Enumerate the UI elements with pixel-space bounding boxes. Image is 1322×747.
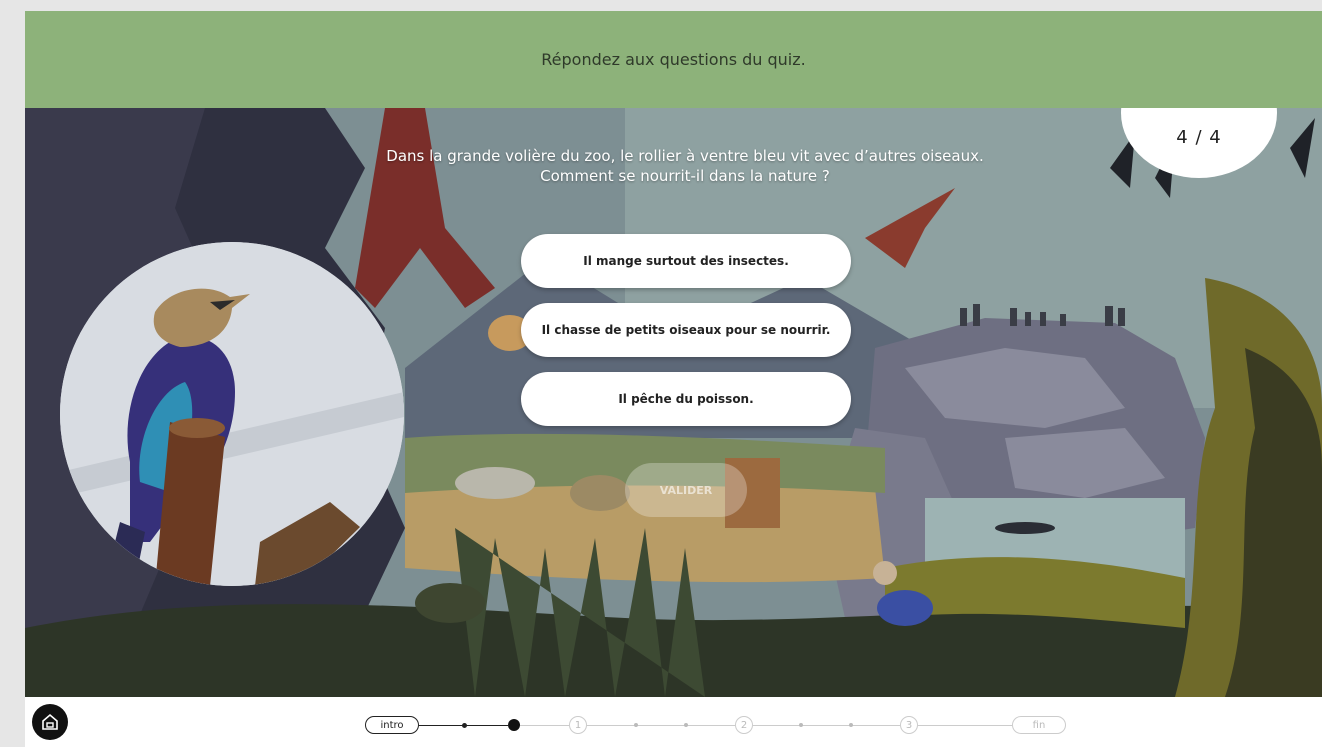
blue-bellied-roller-image <box>60 242 404 586</box>
progress-line <box>753 725 900 726</box>
progress-dot-current <box>508 719 520 731</box>
progress-dot <box>849 723 853 727</box>
progress-dot-done <box>462 723 467 728</box>
instruction-text: Répondez aux questions du quiz. <box>541 50 806 69</box>
progress-step-1: 1 <box>569 716 587 734</box>
home-icon <box>42 713 58 730</box>
answer-option-1[interactable]: Il mange surtout des insectes. <box>521 234 851 288</box>
progress-dot <box>634 723 638 727</box>
progress-step-3: 3 <box>900 716 918 734</box>
question-line-1: Dans la grande volière du zoo, le rollie… <box>386 147 984 165</box>
bird-photo <box>60 242 404 586</box>
progress-intro-label: intro <box>380 719 404 731</box>
instruction-banner: Répondez aux questions du quiz. <box>25 11 1322 108</box>
progress-fin-label: fin <box>1032 719 1046 731</box>
progress-line <box>918 725 1012 726</box>
progress-step-3-label: 3 <box>905 719 913 731</box>
answer-option-2[interactable]: Il chasse de petits oiseaux pour se nour… <box>521 303 851 357</box>
progress-fin: fin <box>1012 716 1066 734</box>
progress-step-1-label: 1 <box>574 719 582 731</box>
question-counter-text: 4 / 4 <box>1176 127 1222 148</box>
answer-option-3[interactable]: Il pêche du poisson. <box>521 372 851 426</box>
question-text: Dans la grande volière du zoo, le rollie… <box>325 146 1045 186</box>
progress-step-2: 2 <box>735 716 753 734</box>
progress-step-2-label: 2 <box>740 719 748 731</box>
question-line-2: Comment se nourrit-il dans la nature ? <box>540 167 830 185</box>
home-button[interactable] <box>32 704 68 740</box>
progress-footer: intro 1 2 3 fin <box>25 697 1322 747</box>
progress-intro: intro <box>365 716 419 734</box>
progress-line <box>587 725 735 726</box>
quiz-app: Répondez aux questions du quiz. 4 / 4 Da… <box>25 11 1322 747</box>
progress-dot <box>684 723 688 727</box>
progress-line <box>520 725 569 726</box>
progress-dot <box>799 723 803 727</box>
zoo-scene: 4 / 4 Dans la grande volière du zoo, le … <box>25 108 1322 697</box>
validate-button[interactable]: VALIDER <box>625 463 747 517</box>
